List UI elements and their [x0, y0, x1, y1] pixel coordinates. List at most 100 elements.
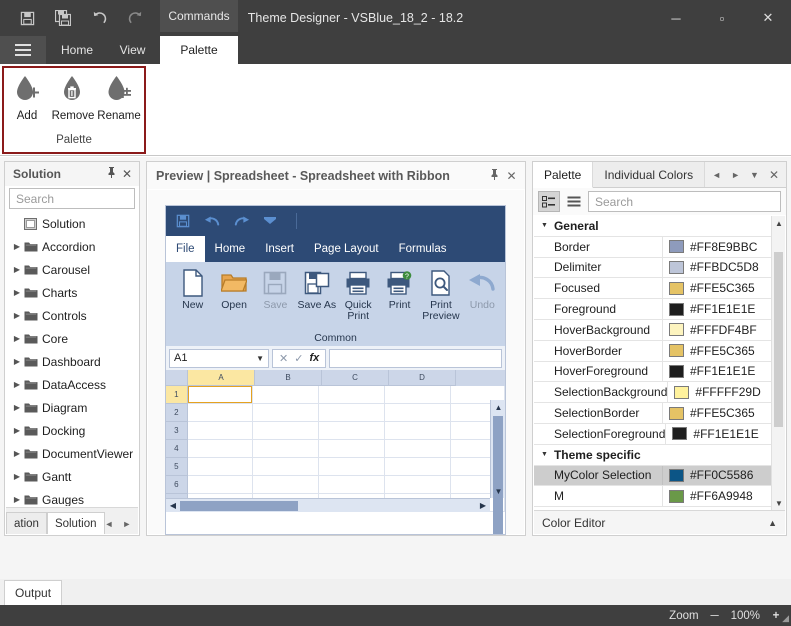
- row-header-2[interactable]: 2: [166, 404, 188, 422]
- spreadsheet-print-preview-button[interactable]: Print Preview: [420, 266, 461, 322]
- tab-nav-next-icon[interactable]: ►: [122, 519, 131, 529]
- formula-input[interactable]: [329, 348, 502, 368]
- expander-icon[interactable]: ▶: [10, 472, 24, 481]
- palette-color-row[interactable]: HoverBorder #FFE5C365: [534, 340, 785, 362]
- grid-cell-B2[interactable]: [253, 404, 320, 422]
- spreadsheet-new-button[interactable]: New: [172, 266, 213, 322]
- spreadsheet-tab-page-layout[interactable]: Page Layout: [304, 236, 389, 262]
- palette-color-value-cell[interactable]: #FFE5C365: [663, 341, 785, 361]
- chevron-down-icon[interactable]: [264, 216, 276, 226]
- solution-search-input[interactable]: Search: [9, 188, 135, 209]
- zoom-in-button[interactable]: +: [769, 610, 783, 622]
- spreadsheet-tab-insert[interactable]: Insert: [255, 236, 304, 262]
- palette-color-value-cell[interactable]: #FFBDC5D8: [663, 258, 785, 278]
- palette-vertical-scrollbar[interactable]: ▲ ▼: [771, 216, 785, 510]
- spreadsheet-save-button[interactable]: Save: [255, 266, 296, 322]
- palette-color-value-cell[interactable]: #FFE5C365: [663, 278, 785, 298]
- tree-node-diagram[interactable]: ▶ Diagram: [6, 396, 138, 419]
- grid-cell-D5[interactable]: [385, 458, 451, 476]
- tab-palette[interactable]: Palette: [533, 162, 594, 188]
- expander-icon[interactable]: ▼: [541, 451, 548, 458]
- tab-nav-menu-icon[interactable]: ▼: [750, 170, 759, 180]
- tab-nav-next-icon[interactable]: ►: [731, 170, 740, 180]
- palette-color-value-cell[interactable]: #FFE5C365: [663, 403, 785, 423]
- commands-tab[interactable]: Commands: [160, 0, 238, 32]
- grid-cell-C2[interactable]: [319, 404, 386, 422]
- categorized-view-icon[interactable]: [538, 191, 560, 212]
- grid-vertical-scrollbar[interactable]: ▲ ▼: [490, 400, 505, 534]
- column-header-A[interactable]: A: [188, 370, 255, 386]
- resize-grip-icon[interactable]: ◢: [782, 613, 789, 624]
- scroll-right-icon[interactable]: ▶: [476, 501, 490, 510]
- list-view-icon[interactable]: [563, 191, 585, 212]
- solution-tab-solution[interactable]: Solution: [46, 512, 105, 534]
- tab-nav-prev-icon[interactable]: ◄: [712, 170, 721, 180]
- palette-color-row[interactable]: HoverForeground #FF1E1E1E: [534, 361, 785, 383]
- save-icon[interactable]: [176, 214, 190, 228]
- column-header-C[interactable]: C: [322, 370, 389, 386]
- palette-color-row[interactable]: HoverBackground #FFFDF4BF: [534, 319, 785, 341]
- application-menu-icon[interactable]: [0, 36, 46, 64]
- solution-tab-ation[interactable]: ation: [6, 512, 47, 534]
- palette-color-row[interactable]: SelectionForeground #FF1E1E1E: [534, 423, 785, 445]
- expander-icon[interactable]: ▶: [10, 495, 24, 504]
- palette-color-value-cell[interactable]: #FF1E1E1E: [663, 299, 785, 319]
- grid-cell-A2[interactable]: [187, 404, 254, 422]
- tree-node-gantt[interactable]: ▶ Gantt: [6, 465, 138, 488]
- tab-view[interactable]: View: [110, 36, 155, 64]
- palette-color-value-cell[interactable]: #FFFDF4BF: [663, 320, 785, 340]
- expander-icon[interactable]: ▼: [541, 222, 548, 229]
- grid-cell-A1[interactable]: [187, 386, 254, 404]
- grid-cell-D3[interactable]: [385, 422, 451, 440]
- color-editor-section[interactable]: Color Editor ▲: [534, 510, 785, 534]
- grid-cell-B3[interactable]: [253, 422, 320, 440]
- tree-node-dataaccess[interactable]: ▶ DataAccess: [6, 373, 138, 396]
- tree-node-docking[interactable]: ▶ Docking: [6, 419, 138, 442]
- expander-icon[interactable]: ▶: [10, 311, 24, 320]
- palette-color-value-cell[interactable]: #FF8E9BBC: [663, 237, 785, 257]
- scroll-down-icon[interactable]: ▼: [491, 484, 505, 498]
- ribbon-remove-button[interactable]: Remove: [50, 70, 96, 130]
- row-header-3[interactable]: 3: [166, 422, 188, 440]
- expander-icon[interactable]: ▶: [10, 426, 24, 435]
- grid-corner[interactable]: [166, 370, 188, 386]
- palette-group-general[interactable]: ▼ General: [534, 216, 785, 237]
- palette-color-value-cell[interactable]: #FF6A9948: [663, 486, 785, 506]
- save-icon[interactable]: [14, 5, 40, 31]
- tree-node-root[interactable]: ▶ Solution: [6, 212, 138, 235]
- close-icon[interactable]: ✕: [503, 169, 520, 183]
- tree-node-gauges[interactable]: ▶ Gauges: [6, 488, 138, 507]
- tab-nav-prev-icon[interactable]: ◄: [105, 519, 114, 529]
- name-box[interactable]: A1 ▼: [169, 348, 269, 368]
- expander-icon[interactable]: ▶: [10, 334, 24, 343]
- grid-cell-A6[interactable]: [187, 476, 254, 494]
- grid-cell-C4[interactable]: [319, 440, 386, 458]
- spreadsheet-quick-print-button[interactable]: Quick Print: [338, 266, 379, 322]
- expander-icon[interactable]: ▶: [10, 357, 24, 366]
- expander-icon[interactable]: ▶: [10, 288, 24, 297]
- scroll-down-icon[interactable]: ▼: [772, 496, 786, 510]
- redo-icon[interactable]: [122, 5, 148, 31]
- expander-icon[interactable]: ▶: [10, 380, 24, 389]
- grid-horizontal-scrollbar[interactable]: ◀ ▶: [166, 498, 490, 512]
- spreadsheet-open-button[interactable]: Open: [213, 266, 254, 322]
- column-header-D[interactable]: D: [389, 370, 456, 386]
- grid-cell-B6[interactable]: [253, 476, 320, 494]
- palette-color-row[interactable]: Focused #FFE5C365: [534, 278, 785, 300]
- expander-icon[interactable]: ▶: [10, 449, 24, 458]
- ribbon-add-button[interactable]: Add: [4, 70, 50, 130]
- grid-cell-C6[interactable]: [319, 476, 386, 494]
- undo-icon[interactable]: [86, 5, 112, 31]
- zoom-out-button[interactable]: ─: [708, 610, 722, 622]
- spreadsheet-tab-home[interactable]: Home: [205, 236, 256, 262]
- tab-palette[interactable]: Palette: [160, 36, 238, 64]
- grid-cell-C3[interactable]: [319, 422, 386, 440]
- expander-icon[interactable]: ▲: [768, 518, 777, 528]
- scroll-thumb[interactable]: [493, 416, 503, 534]
- undo-icon[interactable]: [204, 215, 220, 227]
- palette-color-row[interactable]: SelectionBorder #FFE5C365: [534, 403, 785, 424]
- expander-icon[interactable]: ▶: [10, 403, 24, 412]
- tree-node-core[interactable]: ▶ Core: [6, 327, 138, 350]
- tree-node-documentviewer[interactable]: ▶ DocumentViewer: [6, 442, 138, 465]
- palette-color-row[interactable]: SelectionBackground #FFFFF29D: [534, 382, 785, 404]
